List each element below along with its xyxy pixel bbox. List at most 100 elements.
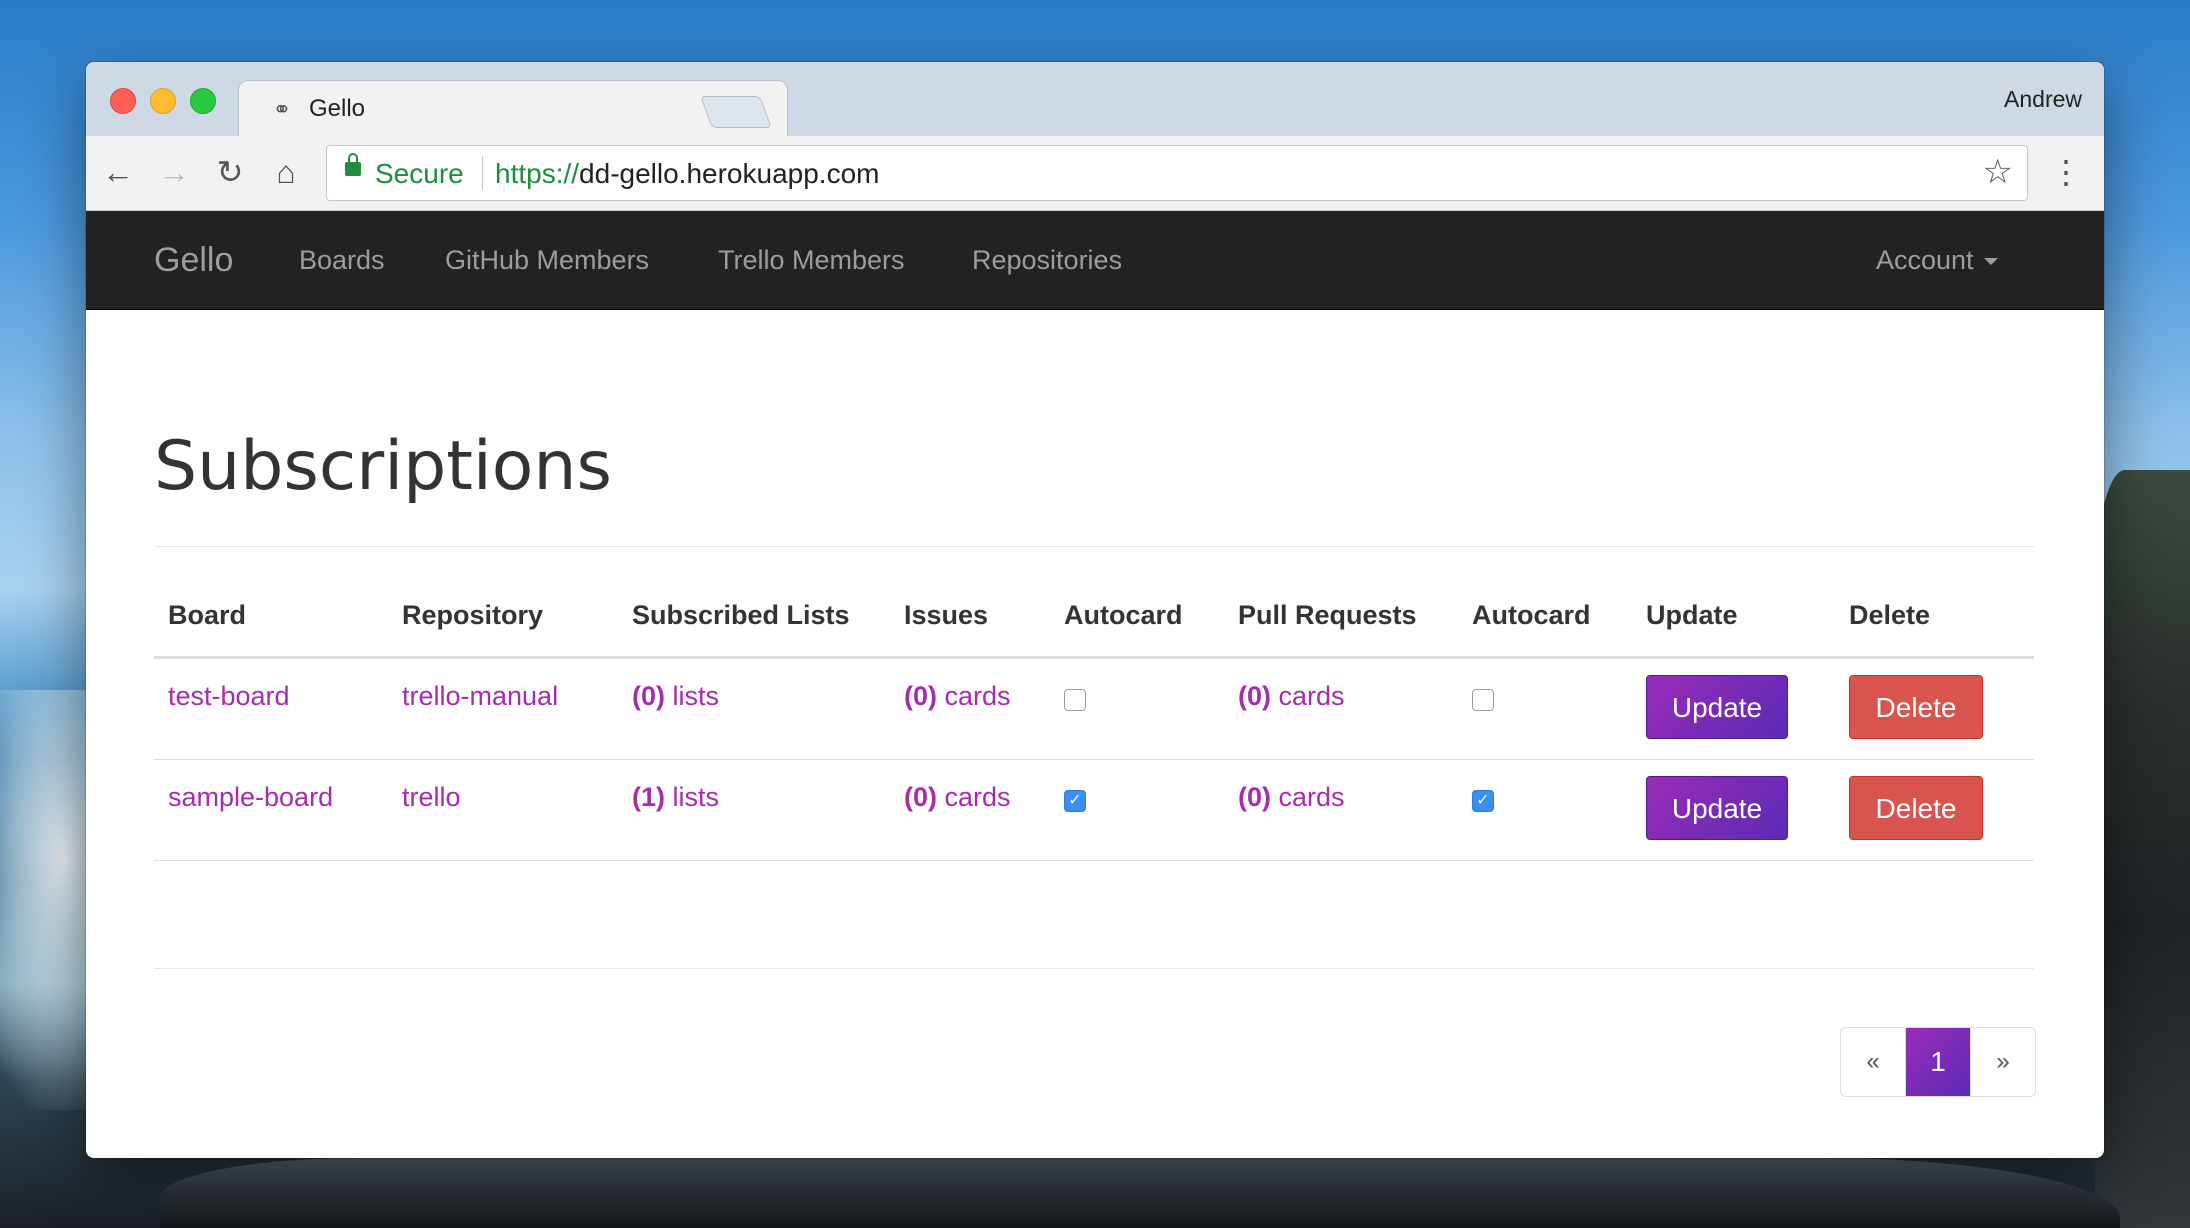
reload-icon[interactable]: ↻	[208, 150, 252, 194]
repository-link[interactable]: trello	[402, 760, 461, 813]
issues-count: (0)	[904, 782, 937, 812]
header-delete: Delete	[1835, 592, 2034, 659]
more-vertical-icon[interactable]: ⋮	[2050, 150, 2082, 194]
bookmark-star-icon[interactable]: ☆	[1983, 152, 2013, 192]
brand-link[interactable]: Gello	[154, 241, 233, 280]
header-update: Update	[1632, 592, 1835, 659]
tab-strip: ⚭ Gello × Andrew	[86, 62, 2104, 139]
pr-autocard-cell: ✓	[1458, 759, 1632, 861]
pr-autocard-cell	[1458, 657, 1632, 760]
profile-name[interactable]: Andrew	[2004, 86, 2082, 113]
issues-autocard-cell	[1050, 657, 1224, 760]
issues-autocard-checkbox[interactable]	[1064, 689, 1086, 711]
pr-autocard-checkbox[interactable]: ✓	[1472, 790, 1494, 812]
address-bar[interactable]: Secure https://dd-gello.herokuapp.com ☆	[326, 145, 2028, 201]
issues-label: cards	[937, 782, 1011, 812]
update-cell: Update	[1632, 657, 1835, 760]
repository-cell: trello-manual	[388, 657, 618, 760]
caret-down-icon	[1983, 258, 1998, 266]
pr-link[interactable]: (0) cards	[1238, 760, 1345, 813]
issues-cell: (0) cards	[890, 759, 1050, 861]
url-scheme: https://	[495, 158, 580, 189]
pr-label: cards	[1271, 681, 1345, 711]
close-window-button[interactable]	[110, 88, 136, 114]
wallpaper-rocks-right	[2095, 470, 2190, 1228]
title-divider	[154, 546, 2034, 547]
github-octocat-icon: ⚭	[272, 97, 292, 122]
url-text[interactable]: https://dd-gello.herokuapp.com	[495, 158, 879, 190]
omnibox-divider	[482, 156, 483, 190]
lists-count: (0)	[632, 681, 665, 711]
issues-autocard-checkbox[interactable]: ✓	[1064, 790, 1086, 812]
update-button[interactable]: Update	[1646, 675, 1788, 739]
delete-cell: Delete	[1835, 657, 2034, 760]
pr-cell: (0) cards	[1224, 657, 1458, 760]
page-title: Subscriptions	[154, 427, 612, 506]
table-row: test-board trello-manual (0) lists (0) c…	[154, 657, 2034, 760]
table-row: sample-board trello (1) lists (0) cards …	[154, 759, 2034, 861]
header-subscribed-lists: Subscribed Lists	[618, 592, 890, 659]
header-issues-autocard: Autocard	[1050, 592, 1224, 659]
lists-cell: (0) lists	[618, 657, 890, 760]
back-arrow-icon[interactable]: ←	[96, 150, 140, 194]
issues-autocard-cell: ✓	[1050, 759, 1224, 861]
issues-count: (0)	[904, 681, 937, 711]
maximize-window-button[interactable]	[190, 88, 216, 114]
delete-button[interactable]: Delete	[1849, 776, 1983, 840]
new-tab-button[interactable]	[700, 96, 772, 128]
table-header-row: Board Repository Subscribed Lists Issues…	[154, 592, 2034, 659]
account-dropdown[interactable]: Account	[1876, 245, 1998, 276]
browser-window: ⚭ Gello × Andrew ← → ↻ ⌂ Secure https://…	[86, 62, 2104, 1158]
pr-label: cards	[1271, 782, 1345, 812]
board-link[interactable]: test-board	[168, 659, 290, 712]
account-label: Account	[1876, 245, 1974, 275]
update-button[interactable]: Update	[1646, 776, 1788, 840]
secure-label: Secure	[375, 158, 464, 189]
nav-link-trello-members[interactable]: Trello Members	[718, 245, 905, 276]
app-navbar: Gello Boards GitHub Members Trello Membe…	[86, 211, 2104, 310]
header-pr-autocard: Autocard	[1458, 592, 1632, 659]
board-link[interactable]: sample-board	[168, 760, 333, 813]
lists-count: (1)	[632, 782, 665, 812]
header-pull-requests: Pull Requests	[1224, 592, 1458, 659]
tab-title: Gello	[309, 95, 366, 122]
header-issues: Issues	[890, 592, 1050, 659]
lists-link[interactable]: (0) lists	[632, 659, 719, 712]
pr-count: (0)	[1238, 782, 1271, 812]
pagination-prev[interactable]: «	[1841, 1028, 1906, 1096]
issues-label: cards	[937, 681, 1011, 711]
issues-cell: (0) cards	[890, 657, 1050, 760]
header-board: Board	[154, 592, 388, 659]
wallpaper-rocks-bottom	[160, 1158, 2120, 1228]
pr-link[interactable]: (0) cards	[1238, 659, 1345, 712]
issues-link[interactable]: (0) cards	[904, 659, 1011, 712]
pagination: « 1 »	[1840, 1027, 2036, 1097]
lists-label: lists	[665, 681, 720, 711]
subscriptions-table: Board Repository Subscribed Lists Issues…	[154, 592, 2034, 861]
minimize-window-button[interactable]	[150, 88, 176, 114]
url-host: dd-gello.herokuapp.com	[579, 158, 880, 189]
board-cell: test-board	[154, 657, 388, 760]
browser-toolbar: ← → ↻ ⌂ Secure https://dd-gello.herokuap…	[86, 136, 2104, 211]
board-cell: sample-board	[154, 759, 388, 861]
forward-arrow-icon[interactable]: →	[152, 150, 196, 194]
home-icon[interactable]: ⌂	[264, 150, 308, 194]
delete-cell: Delete	[1835, 759, 2034, 861]
lock-icon	[345, 153, 361, 176]
repository-cell: trello	[388, 759, 618, 861]
lists-label: lists	[665, 782, 720, 812]
repository-link[interactable]: trello-manual	[402, 659, 558, 712]
update-cell: Update	[1632, 759, 1835, 861]
desktop-background: ⚭ Gello × Andrew ← → ↻ ⌂ Secure https://…	[0, 0, 2190, 1228]
nav-link-github-members[interactable]: GitHub Members	[445, 245, 649, 276]
delete-button[interactable]: Delete	[1849, 675, 1983, 739]
table-divider	[154, 968, 2034, 969]
pagination-next[interactable]: »	[1971, 1028, 2035, 1096]
pagination-page-1[interactable]: 1	[1906, 1028, 1971, 1096]
lists-cell: (1) lists	[618, 759, 890, 861]
pr-autocard-checkbox[interactable]	[1472, 689, 1494, 711]
lists-link[interactable]: (1) lists	[632, 760, 719, 813]
nav-link-repositories[interactable]: Repositories	[972, 245, 1122, 276]
nav-link-boards[interactable]: Boards	[299, 245, 385, 276]
issues-link[interactable]: (0) cards	[904, 760, 1011, 813]
